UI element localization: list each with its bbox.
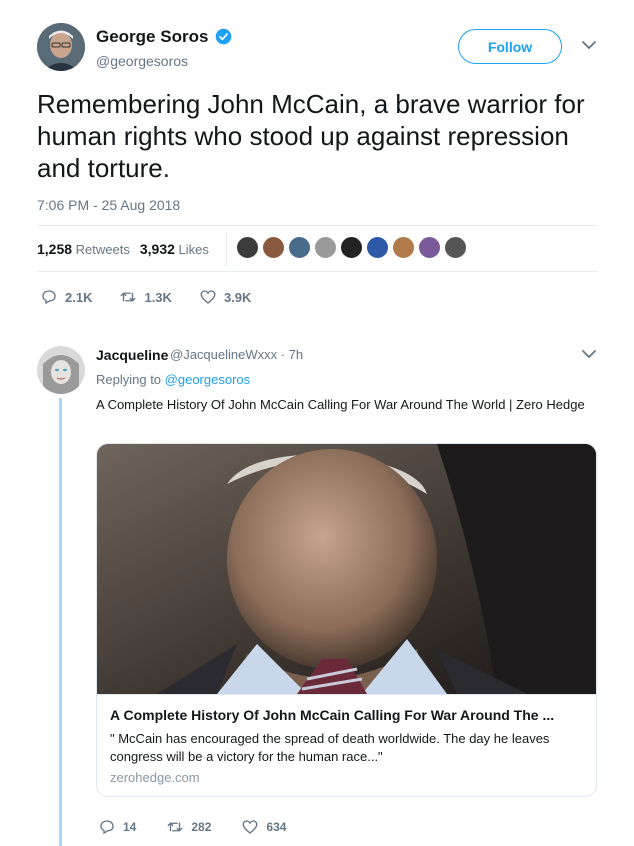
reply-text: A Complete History Of John McCain Callin… bbox=[96, 397, 585, 412]
retweets-stat[interactable]: 1,258 Retweets bbox=[37, 241, 130, 257]
card-body: A Complete History Of John McCain Callin… bbox=[97, 694, 596, 796]
author-handle[interactable]: @georgesoros bbox=[96, 53, 188, 69]
card-description: " McCain has encouraged the spread of de… bbox=[110, 731, 550, 764]
tweet-timestamp[interactable]: 7:06 PM - 25 Aug 2018 bbox=[37, 197, 180, 213]
like-button[interactable]: 3.9K bbox=[199, 288, 251, 306]
reply-icon bbox=[100, 820, 114, 835]
heart-icon bbox=[200, 290, 216, 304]
reply-author-name[interactable]: Jacqueline bbox=[96, 347, 168, 363]
liker-avatar[interactable] bbox=[444, 236, 467, 259]
retweet-button[interactable]: 1.3K bbox=[119, 288, 172, 306]
thread-connector-line bbox=[59, 398, 62, 846]
liker-avatar[interactable] bbox=[314, 236, 337, 259]
engagement-stats: 1,258 Retweets 3,932 Likes bbox=[37, 241, 209, 257]
retweet-button[interactable]: 282 bbox=[166, 818, 211, 836]
retweet-icon bbox=[121, 292, 136, 302]
likes-stat[interactable]: 3,932 Likes bbox=[140, 241, 209, 257]
replying-prefix: Replying to bbox=[96, 372, 162, 387]
heart-icon bbox=[242, 820, 258, 834]
divider bbox=[37, 225, 598, 226]
like-count: 634 bbox=[266, 820, 287, 834]
replying-to: Replying to @georgesoros bbox=[96, 372, 250, 387]
card-title: A Complete History Of John McCain Callin… bbox=[110, 707, 555, 723]
retweet-icon bbox=[167, 822, 183, 832]
liker-avatar[interactable] bbox=[418, 236, 441, 259]
reply-actions: 14 282 634 bbox=[98, 818, 286, 836]
reply-author-handle[interactable]: @JacquelineWxxx · 7h bbox=[170, 347, 303, 362]
like-button[interactable]: 634 bbox=[241, 818, 286, 836]
liker-avatar[interactable] bbox=[262, 236, 285, 259]
reply-icon bbox=[42, 290, 56, 305]
reply-button[interactable]: 2.1K bbox=[40, 288, 92, 306]
card-domain: zerohedge.com bbox=[110, 770, 200, 785]
tweet-text: Remembering John McCain, a brave warrior… bbox=[37, 89, 585, 183]
liker-avatar[interactable] bbox=[288, 236, 311, 259]
reply-count: 14 bbox=[123, 820, 137, 834]
verified-badge-icon bbox=[215, 28, 232, 45]
link-card[interactable]: A Complete History Of John McCain Callin… bbox=[96, 443, 597, 797]
retweet-count: 282 bbox=[191, 820, 212, 834]
follow-button[interactable]: Follow bbox=[458, 29, 562, 64]
liker-avatars bbox=[236, 236, 470, 259]
reply-count: 2.1K bbox=[65, 289, 93, 305]
author-avatar[interactable] bbox=[37, 23, 85, 71]
replying-to-link[interactable]: @georgesoros bbox=[165, 372, 250, 387]
liker-avatar[interactable] bbox=[392, 236, 415, 259]
reply-author-avatar[interactable] bbox=[37, 346, 85, 394]
divider bbox=[226, 232, 227, 266]
divider bbox=[37, 271, 598, 272]
main-tweet: George Soros @georgesoros Follow Remembe… bbox=[0, 0, 634, 322]
reply-button[interactable]: 14 bbox=[98, 818, 136, 836]
liker-avatar[interactable] bbox=[236, 236, 259, 259]
liker-avatar[interactable] bbox=[340, 236, 363, 259]
liker-avatar[interactable] bbox=[366, 236, 389, 259]
tweet-actions: 2.1K 1.3K 3.9K bbox=[40, 288, 251, 306]
author-name[interactable]: George Soros bbox=[96, 27, 208, 47]
card-image bbox=[97, 444, 596, 694]
chevron-down-icon[interactable] bbox=[582, 40, 596, 50]
chevron-down-icon[interactable] bbox=[582, 349, 596, 359]
retweet-count: 1.3K bbox=[144, 289, 172, 305]
like-count: 3.9K bbox=[223, 289, 252, 305]
